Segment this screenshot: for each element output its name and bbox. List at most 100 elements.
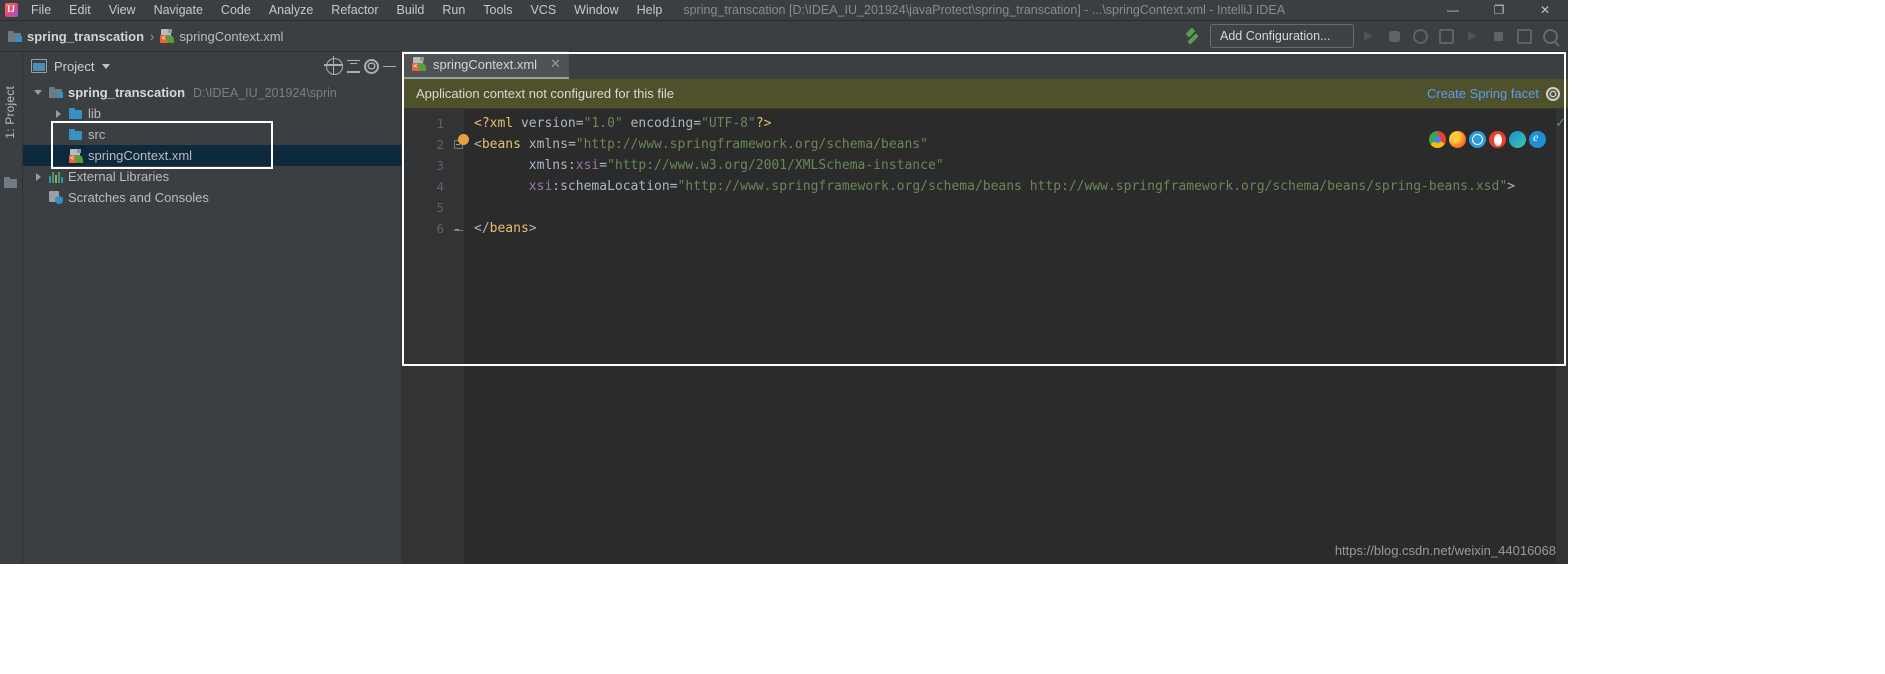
menu-item-help[interactable]: Help: [628, 0, 672, 20]
menu-item-navigate[interactable]: Navigate: [145, 0, 212, 20]
code-token: </: [474, 221, 490, 236]
code-token: beans: [489, 221, 529, 236]
tree-row-module[interactable]: spring_transcation D:\IDEA_IU_201924\spr…: [23, 82, 401, 103]
breadcrumb-separator-icon: ›: [150, 28, 155, 44]
title-bar: IJ File Edit View Navigate Code Analyze …: [0, 0, 1568, 21]
build-hammer-icon[interactable]: [1184, 26, 1204, 46]
line-number: 3: [436, 158, 444, 173]
chrome-icon[interactable]: [1429, 131, 1446, 148]
line-number: 5: [436, 200, 444, 215]
debug-icon[interactable]: [1382, 24, 1406, 48]
maximize-button[interactable]: ❐: [1476, 0, 1522, 20]
code-token: "http://www.w3.org/2001/XMLSchema-instan…: [607, 158, 944, 173]
stop-icon[interactable]: [1486, 24, 1510, 48]
notification-message: Application context not configured for t…: [416, 86, 674, 101]
update-icon[interactable]: [1512, 24, 1536, 48]
page-right-background: [1568, 0, 1885, 674]
editor-tab-bar: < springContext.xml ✕: [402, 51, 1568, 79]
breadcrumb-item-project[interactable]: spring_transcation: [8, 29, 144, 44]
main-menu-bar[interactable]: File Edit View Navigate Code Analyze Ref…: [22, 0, 671, 20]
menu-item-window[interactable]: Window: [565, 0, 627, 20]
minimize-button[interactable]: —: [1430, 0, 1476, 20]
code-content[interactable]: <?xml version="1.0" encoding="UTF-8"?> <b…: [464, 109, 1556, 564]
editor-area: < springContext.xml ✕ Application contex…: [402, 51, 1568, 564]
tree-label-springcontext-xml: springContext.xml: [88, 148, 193, 163]
locate-target-icon[interactable]: [324, 55, 343, 75]
tree-row-springcontext-xml[interactable]: < springContext.xml: [23, 145, 401, 166]
code-line: </beans>: [474, 218, 1556, 239]
project-tree: spring_transcation D:\IDEA_IU_201924\spr…: [23, 80, 401, 208]
window-controls[interactable]: — ❐ ✕: [1430, 0, 1568, 20]
notification-banner: Application context not configured for t…: [402, 79, 1568, 109]
menu-item-edit[interactable]: Edit: [60, 0, 100, 20]
close-icon[interactable]: ✕: [550, 56, 561, 72]
menu-item-view[interactable]: View: [100, 0, 145, 20]
tree-label-lib: lib: [88, 106, 102, 121]
safari-icon[interactable]: [1469, 131, 1486, 148]
profile-icon[interactable]: [1434, 24, 1458, 48]
add-configuration-button[interactable]: Add Configuration...: [1210, 24, 1354, 48]
create-spring-facet-link[interactable]: Create Spring facet: [1427, 86, 1539, 101]
menu-item-refactor[interactable]: Refactor: [322, 0, 387, 20]
menu-item-vcs[interactable]: VCS: [521, 0, 565, 20]
code-token: version: [520, 116, 576, 131]
sidebar-tab-project[interactable]: 1: Project: [3, 86, 17, 139]
settings-gear-icon[interactable]: [364, 58, 379, 74]
xml-spring-file-icon: <: [69, 148, 83, 163]
menu-item-code[interactable]: Code: [212, 0, 260, 20]
ie-icon[interactable]: [1529, 130, 1546, 148]
close-button[interactable]: ✕: [1522, 0, 1568, 20]
menu-item-file[interactable]: File: [22, 0, 60, 20]
edge-icon[interactable]: [1509, 131, 1526, 148]
code-token: "http://www.springframework.org/schema/b…: [575, 137, 928, 152]
search-everywhere-icon[interactable]: [1538, 24, 1562, 48]
project-panel-title: Project: [54, 58, 95, 74]
code-token: =: [693, 116, 702, 131]
folder-icon: [69, 129, 83, 140]
menu-item-tools[interactable]: Tools: [474, 0, 521, 20]
expand-arrow-icon[interactable]: [31, 90, 45, 95]
code-editor[interactable]: 1 2 3 4 5 6 <?xml version="1.0" encoding…: [402, 109, 1568, 564]
xml-spring-file-icon: <: [160, 29, 175, 43]
expand-arrow-icon[interactable]: [51, 109, 65, 118]
hide-minus-icon[interactable]: [382, 59, 397, 74]
collapse-all-icon[interactable]: [346, 59, 361, 74]
tree-row-src[interactable]: src: [23, 124, 401, 145]
expand-arrow-icon[interactable]: [31, 172, 45, 181]
code-token: xmlns:: [474, 158, 576, 173]
breadcrumb-item-file[interactable]: < springContext.xml: [160, 29, 283, 44]
notification-settings-gear-icon[interactable]: [1546, 86, 1560, 101]
structure-folder-icon[interactable]: [4, 177, 18, 188]
tree-label-external-libraries: External Libraries: [68, 169, 170, 184]
editor-tab-springcontext-xml[interactable]: < springContext.xml ✕: [402, 51, 569, 79]
code-token: ?>: [755, 116, 772, 131]
inspection-gutter[interactable]: ✓: [1555, 109, 1568, 564]
browser-preview-toolbar[interactable]: [1429, 130, 1546, 148]
chevron-down-icon[interactable]: [102, 63, 111, 69]
code-token: >: [1507, 179, 1515, 194]
project-panel-toolbar: [324, 52, 397, 80]
breadcrumb-label-file: springContext.xml: [179, 28, 284, 44]
tree-row-scratches[interactable]: Scratches and Consoles: [23, 187, 401, 208]
run-icon[interactable]: [1356, 24, 1380, 48]
menu-item-run[interactable]: Run: [433, 0, 474, 20]
code-line: <beans xmlns="http://www.springframework…: [474, 134, 1556, 155]
code-token: "UTF-8": [701, 116, 756, 131]
tree-row-external-libraries[interactable]: External Libraries: [23, 166, 401, 187]
run-with-coverage-icon[interactable]: [1408, 24, 1432, 48]
opera-icon[interactable]: [1489, 131, 1506, 148]
library-icon: [49, 171, 63, 183]
menu-item-analyze[interactable]: Analyze: [260, 0, 322, 20]
code-token: encoding: [622, 116, 694, 131]
tree-row-lib[interactable]: lib: [23, 103, 401, 124]
folder-icon: [69, 108, 83, 119]
firefox-icon[interactable]: [1449, 131, 1466, 148]
menu-item-build[interactable]: Build: [388, 0, 434, 20]
fold-end-icon[interactable]: [452, 218, 464, 239]
code-folding-gutter[interactable]: [452, 109, 464, 564]
run-alt-icon[interactable]: [1460, 24, 1484, 48]
